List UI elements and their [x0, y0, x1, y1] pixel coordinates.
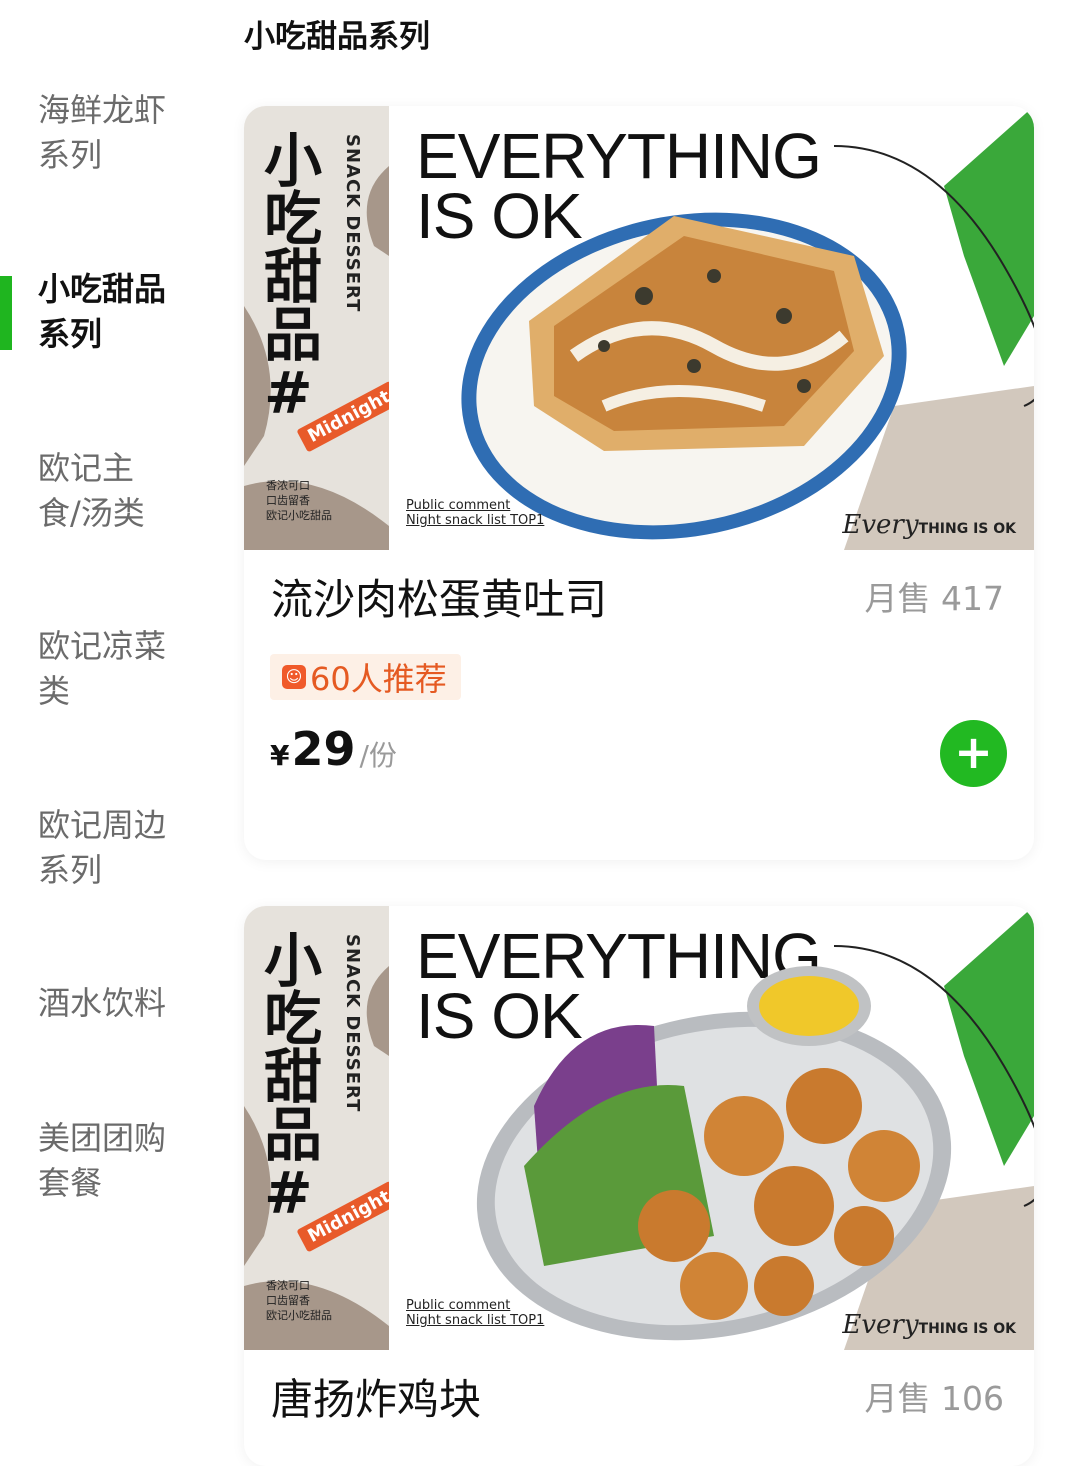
currency-symbol: ¥ [270, 739, 290, 772]
price-value: 29 [291, 722, 356, 776]
sidebar-item-staple-soup[interactable]: 欧记主 食/汤类 [38, 446, 188, 536]
product-price: ¥ 29 /份 [270, 722, 397, 776]
sidebar-item-label: 系列 [38, 851, 103, 889]
image-public-comment: Public comment Night snack list TOP1 [406, 1298, 544, 1328]
brand-script: Every [842, 1310, 919, 1340]
sidebar-item-label: 系列 [38, 315, 103, 353]
food-plate-illustration [476, 966, 952, 1341]
sidebar-item-label: 欧记主 [38, 449, 135, 487]
sidebar-item-snack-dessert[interactable]: 小吃甜品 系列 [38, 267, 188, 357]
sidebar-item-meituan-group[interactable]: 美团团购 套餐 [38, 1116, 188, 1206]
active-category-indicator [0, 276, 12, 350]
product-image[interactable]: 小吃甜品# SNACK DESSERT Midnight 香浓可口 口齿留香 欧… [244, 106, 1034, 550]
image-public-comment: Public comment Night snack list TOP1 [406, 498, 544, 528]
sidebar-item-label: 食/汤类 [38, 494, 145, 532]
sidebar-item-label: 海鲜龙虾 [38, 91, 167, 129]
image-brand-mark: EveryTHING IS OK [842, 510, 1016, 540]
sidebar-item-cold-dishes[interactable]: 欧记凉菜 类 [38, 624, 188, 714]
brand-rest: THING IS OK [918, 1321, 1016, 1337]
add-to-cart-button[interactable]: + [940, 720, 1007, 787]
sidebar-item-label: 类 [38, 672, 71, 710]
sidebar-item-seafood-lobster[interactable]: 海鲜龙虾 系列 [38, 88, 188, 178]
sidebar-item-label: 系列 [38, 136, 103, 174]
recommend-badge: ☺ 60人推荐 [270, 654, 461, 700]
sidebar-item-label: 套餐 [38, 1164, 103, 1202]
product-name: 流沙肉松蛋黄吐司 [271, 575, 608, 624]
product-image[interactable]: 小吃甜品# SNACK DESSERT Midnight 香浓可口 口齿留香 欧… [244, 906, 1034, 1350]
recommend-text: 60人推荐 [310, 660, 447, 698]
sidebar-item-label: 美团团购 [38, 1119, 167, 1157]
product-card[interactable]: 小吃甜品# SNACK DESSERT Midnight 香浓可口 口齿留香 欧… [244, 106, 1034, 860]
brand-rest: THING IS OK [918, 521, 1016, 537]
sidebar-item-label: 欧记凉菜 [38, 627, 167, 665]
monthly-sales: 月售 417 [864, 579, 1004, 618]
public-comment-line: Public comment [406, 1298, 511, 1313]
sidebar-item-label: 欧记周边 [38, 806, 167, 844]
monthly-sales: 月售 106 [864, 1379, 1004, 1418]
plus-icon: + [954, 725, 993, 779]
food-plate-illustration [461, 212, 907, 540]
recommend-icon: ☺ [282, 665, 306, 689]
sidebar-item-label: 小吃甜品 [38, 270, 167, 308]
sidebar-item-drinks[interactable]: 酒水饮料 [38, 981, 188, 1026]
public-comment-line: Night snack list TOP1 [406, 1313, 545, 1328]
section-title: 小吃甜品系列 [244, 19, 430, 55]
public-comment-line: Night snack list TOP1 [406, 513, 545, 528]
public-comment-line: Public comment [406, 498, 511, 513]
sidebar-item-merch[interactable]: 欧记周边 系列 [38, 803, 188, 893]
brand-script: Every [842, 510, 919, 540]
product-card[interactable]: 小吃甜品# SNACK DESSERT Midnight 香浓可口 口齿留香 欧… [244, 906, 1034, 1466]
product-name: 唐扬炸鸡块 [271, 1375, 482, 1424]
image-brand-mark: EveryTHING IS OK [842, 1310, 1016, 1340]
sidebar-item-label: 酒水饮料 [38, 984, 167, 1022]
category-sidebar: 海鲜龙虾 系列 小吃甜品 系列 欧记主 食/汤类 欧记凉菜 类 欧记周边 系列 … [0, 0, 215, 1441]
price-unit: /份 [359, 739, 397, 772]
